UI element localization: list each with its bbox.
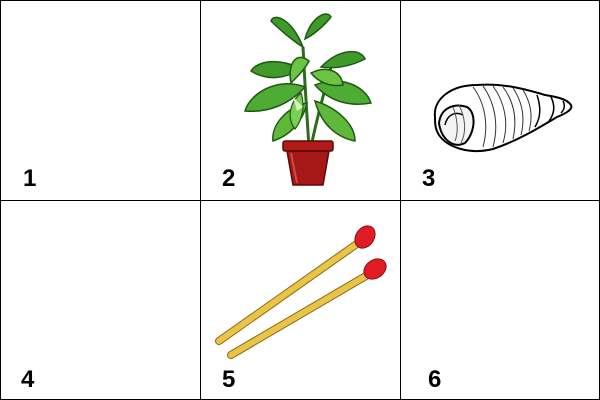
cell-number: 6: [428, 366, 442, 393]
matches-icon: [215, 225, 387, 359]
cell-number: 3: [422, 165, 436, 192]
cell-number: 5: [222, 366, 236, 393]
seashell-icon: [433, 83, 573, 153]
plant-icon: [244, 13, 372, 186]
grid-cell-1: 1: [0, 0, 201, 201]
grid-cell-3: 3: [400, 0, 600, 201]
grid-cell-2: 2: [200, 0, 401, 201]
picture-grid: 1 2 3 4 5 6: [0, 0, 600, 400]
cell-number: 2: [222, 165, 236, 192]
cell-number: 1: [23, 165, 37, 192]
grid-cell-6: 6: [400, 200, 600, 400]
grid-cell-5: 5: [200, 200, 401, 400]
grid-cell-4: 4: [0, 200, 201, 400]
cell-number: 4: [21, 366, 35, 393]
